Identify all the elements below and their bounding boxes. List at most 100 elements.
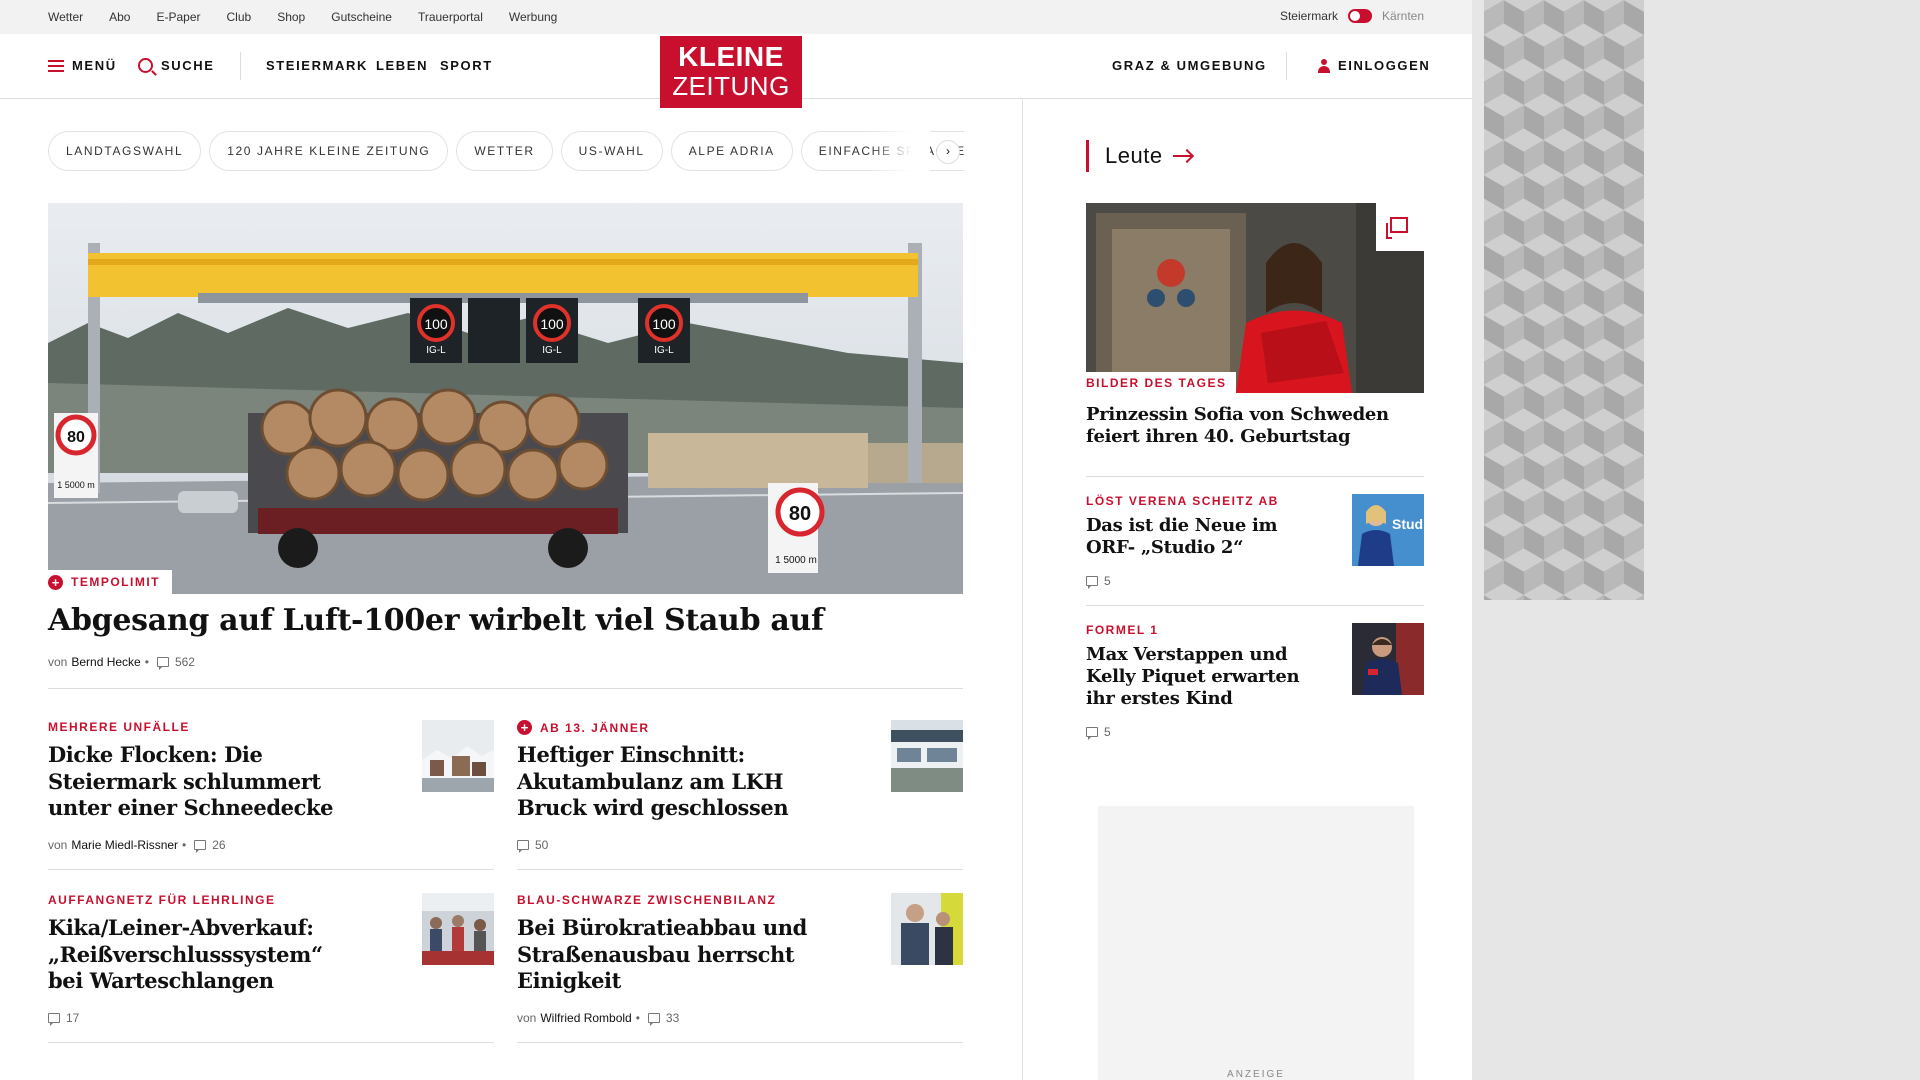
sidebar-divider <box>1086 605 1424 606</box>
hero-comment-count[interactable]: 562 <box>175 655 195 669</box>
sidebar-item-comment-count[interactable]: 5 <box>1104 725 1111 739</box>
card-kicker-text: MEHRERE UNFÄLLE <box>48 720 190 734</box>
chip-us-wahl[interactable]: US-WAHL <box>560 131 663 171</box>
utility-bar: Wetter Abo E-Paper Club Shop Gutscheine … <box>0 0 1472 34</box>
card-thumbnail[interactable] <box>422 893 494 965</box>
card-thumbnail[interactable] <box>422 720 494 792</box>
menu-label: MENÜ <box>72 58 117 73</box>
search-icon <box>138 58 153 73</box>
sign-100-a: 100 <box>424 316 448 332</box>
hero-divider <box>48 688 963 689</box>
kleine-zeitung-logo[interactable]: KLEINE ZEITUNG <box>660 36 802 108</box>
card-author[interactable]: Marie Miedl-Rissner <box>71 838 178 852</box>
sidebar-feature-headline[interactable]: Prinzessin Sofia von Schweden feiert ihr… <box>1086 404 1406 448</box>
chip-120-jahre[interactable]: 120 JAHRE KLEINE ZEITUNG <box>209 131 449 171</box>
card-meta: 50 <box>517 838 548 853</box>
hero-image[interactable]: 100 IG-L 100 IG-L 100 IG-L 80 1 5000 m 8… <box>48 203 963 594</box>
card-kicker: BLAU-SCHWARZE ZWISCHENBILANZ <box>517 893 776 907</box>
card-kicker: AUFFANGNETZ FÜR LEHRLINGE <box>48 893 276 907</box>
nav-sport[interactable]: SPORT <box>440 58 493 73</box>
logo-line1: KLEINE <box>678 41 784 72</box>
card-kicker: MEHRERE UNFÄLLE <box>48 720 190 734</box>
card-author[interactable]: Wilfried Rombold <box>540 1011 631 1025</box>
sign-80-right: 80 <box>789 503 811 525</box>
chip-fade <box>870 131 930 171</box>
hero-meta: von Bernd Hecke • 562 <box>48 655 195 670</box>
verstappen-photo <box>1352 623 1424 695</box>
card-headline[interactable]: Dicke Flocken: Die Steiermark schlummert… <box>48 742 338 822</box>
chip-alpe-adria[interactable]: ALPE ADRIA <box>670 131 793 171</box>
comment-icon <box>48 1013 60 1026</box>
utility-link-shop[interactable]: Shop <box>277 10 305 24</box>
sidebar-divider <box>1086 476 1424 477</box>
sign-100-c: 100 <box>652 316 676 332</box>
comment-icon <box>194 840 207 853</box>
card-kicker-text: AB 13. JÄNNER <box>540 720 650 735</box>
header-divider-right <box>1286 52 1287 80</box>
card-separator: • <box>635 1011 640 1025</box>
ad-placeholder: ANZEIGE <box>1098 806 1414 1080</box>
politicians-photo <box>891 893 963 965</box>
sign-dist-right: 1 5000 m <box>775 555 817 566</box>
chip-landtagswahl[interactable]: LANDTAGSWAHL <box>48 131 202 171</box>
card-by: von <box>517 1011 537 1025</box>
hero-by: von <box>48 655 68 669</box>
utility-link-abo[interactable]: Abo <box>109 10 130 24</box>
region-inactive-label[interactable]: Kärnten <box>1382 9 1424 23</box>
region-active-label[interactable]: Steiermark <box>1280 9 1338 23</box>
menu-button[interactable]: MENÜ <box>48 58 117 73</box>
sidebar-item-thumbnail[interactable] <box>1352 623 1424 695</box>
utility-link-wetter[interactable]: Wetter <box>48 10 83 24</box>
card-headline[interactable]: Bei Bürokratieabbau und Straßenausbau he… <box>517 915 807 995</box>
utility-link-werbung[interactable]: Werbung <box>509 10 557 24</box>
sidebar-item-headline[interactable]: Das ist die Neue im ORF- „Studio 2“ <box>1086 515 1286 559</box>
card-headline[interactable]: Kika/Leiner-Abverkauf: „Reißverschlusssy… <box>48 915 338 995</box>
gallery-icon <box>1386 217 1408 239</box>
sign-igl-c: IG-L <box>654 345 674 356</box>
region-toggle[interactable] <box>1347 9 1372 23</box>
sidebar-item-comment-count[interactable]: 5 <box>1104 574 1111 588</box>
chip-wetter[interactable]: WETTER <box>456 131 553 171</box>
logo-line2: ZEITUNG <box>672 71 790 101</box>
utility-link-club[interactable]: Club <box>227 10 252 24</box>
card-divider <box>517 869 963 870</box>
section-title: Leute <box>1105 143 1163 168</box>
nav-leben[interactable]: LEBEN <box>376 58 428 73</box>
utility-link-gutscheine[interactable]: Gutscheine <box>331 10 392 24</box>
card-separator: • <box>182 838 187 852</box>
card-thumbnail[interactable] <box>891 893 963 965</box>
utility-link-epaper[interactable]: E-Paper <box>156 10 200 24</box>
card-headline[interactable]: Heftiger Einschnitt: Akutambulanz am LKH… <box>517 742 807 822</box>
sidebar-item-meta: 5 <box>1086 725 1111 740</box>
card-kicker-text: AUFFANGNETZ FÜR LEHRLINGE <box>48 893 276 907</box>
utility-links: Wetter Abo E-Paper Club Shop Gutscheine … <box>48 10 557 24</box>
region-switch: Steiermark Kärnten <box>1280 9 1424 23</box>
login-button[interactable]: EINLOGGEN <box>1318 58 1430 73</box>
sign-igl-a: IG-L <box>426 345 446 356</box>
card-comment-count[interactable]: 50 <box>535 838 548 852</box>
card-comment-count[interactable]: 17 <box>66 1011 79 1025</box>
chip-next-button[interactable]: › <box>936 140 960 164</box>
comment-icon <box>517 840 529 853</box>
hero-headline[interactable]: Abgesang auf Luft-100er wirbelt viel Sta… <box>48 602 824 640</box>
hero-author[interactable]: Bernd Hecke <box>71 655 140 669</box>
card-kicker: + AB 13. JÄNNER <box>517 720 650 735</box>
card-thumbnail[interactable] <box>891 720 963 792</box>
sign-80-left: 80 <box>67 429 85 446</box>
card-comment-count[interactable]: 26 <box>212 838 225 852</box>
nav-steiermark[interactable]: STEIERMARK <box>266 58 368 73</box>
sign-igl-b: IG-L <box>542 345 562 356</box>
section-leute-link[interactable]: Leute <box>1086 140 1191 172</box>
article-card: + AB 13. JÄNNER Heftiger Einschnitt: Aku… <box>517 720 963 870</box>
search-button[interactable]: SUCHE <box>138 58 215 73</box>
comment-icon <box>156 657 169 670</box>
utility-link-trauerportal[interactable]: Trauerportal <box>418 10 483 24</box>
topic-chips: LANDTAGSWAHL 120 JAHRE KLEINE ZEITUNG WE… <box>48 131 964 171</box>
sidebar-feature-image[interactable] <box>1086 203 1424 393</box>
ad-skyscraper[interactable] <box>1484 0 1644 600</box>
card-comment-count[interactable]: 33 <box>666 1011 679 1025</box>
sidebar-item-headline[interactable]: Max Verstappen und Kelly Piquet erwarten… <box>1086 644 1306 710</box>
nav-graz-umgebung[interactable]: GRAZ & UMGEBUNG <box>1112 58 1267 73</box>
sidebar-item-thumbnail[interactable]: Studio <box>1352 494 1424 566</box>
sign-dist-left: 1 5000 m <box>57 480 95 490</box>
